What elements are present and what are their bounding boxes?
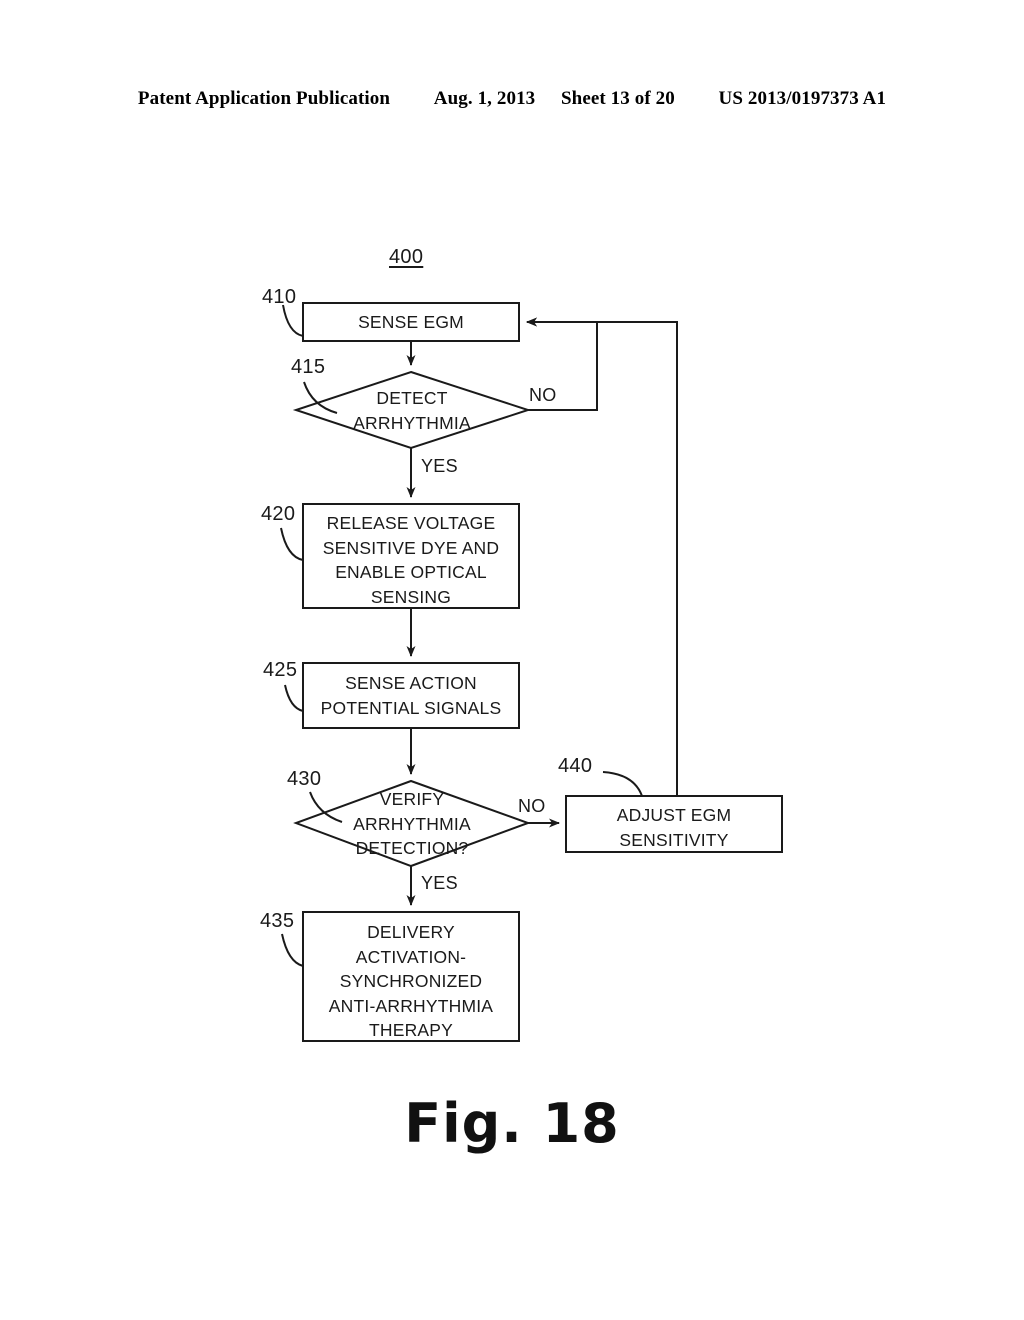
leader-line-420 <box>280 527 304 561</box>
ref-num-440: 440 <box>558 755 593 777</box>
ref-num-410: 410 <box>262 286 297 308</box>
ref-num-425: 425 <box>263 659 298 681</box>
ref-num-415: 415 <box>291 356 326 378</box>
ref-num-400: 400 <box>389 246 424 268</box>
node-label-425: SENSE ACTION POTENTIAL SIGNALS <box>320 673 502 718</box>
leader-line-425 <box>284 684 304 712</box>
node-label-420: RELEASE VOLTAGE SENSITIVE DYE AND ENABLE… <box>322 513 500 607</box>
ref-num-435: 435 <box>260 910 295 932</box>
leader-line-440 <box>602 771 643 797</box>
branch-label-verify-yes: YES <box>421 873 458 893</box>
node-label-415: DETECT ARRHYTHMIA <box>353 388 471 433</box>
node-label-440: ADJUST EGM SENSITIVITY <box>616 805 732 850</box>
leader-line-410 <box>282 304 304 337</box>
figure-caption: Fig. 18 <box>404 1092 620 1155</box>
node-label-410: SENSE EGM <box>358 312 464 332</box>
node-label-430: VERIFY ARRHYTHMIA DETECTION? <box>353 789 471 858</box>
branch-label-verify-no: NO <box>518 796 546 816</box>
branch-label-detect-yes: YES <box>421 456 458 476</box>
ref-num-420: 420 <box>261 503 296 525</box>
branch-label-detect-no: NO <box>529 385 557 405</box>
node-label-435: DELIVERY ACTIVATION- SYNCHRONIZED ANTI-A… <box>328 922 494 1040</box>
leader-line-435 <box>281 933 304 967</box>
ref-num-430: 430 <box>287 768 322 790</box>
